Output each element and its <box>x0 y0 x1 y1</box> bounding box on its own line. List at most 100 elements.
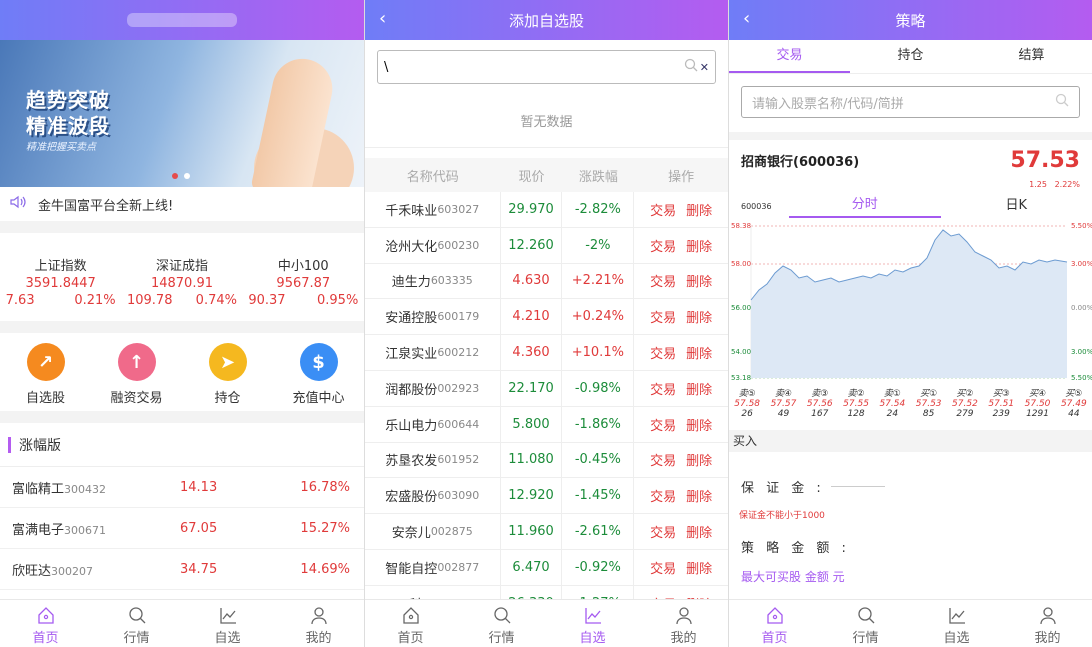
index-card[interactable]: 上证指数 3591.8447 7.63 0.21% <box>6 255 116 321</box>
delete-button[interactable]: 删除 <box>686 486 712 505</box>
tab-search[interactable]: 行情 <box>91 600 182 647</box>
search-box: ✕ <box>377 50 716 84</box>
tab-chart-line[interactable]: 自选 <box>182 600 273 647</box>
change-cell: -0.45% <box>562 442 635 478</box>
order-level: 卖② 57.55 128 <box>843 386 869 430</box>
table-row[interactable]: 千禾味业 603027 29.970 -2.82% 交易 删除 <box>365 192 728 228</box>
tab-chart-line[interactable]: 自选 <box>547 600 638 647</box>
list-item[interactable]: 欣旺达300207 34.75 14.69% <box>0 549 364 590</box>
stock-name: 乐山电力 <box>385 418 438 434</box>
tab-home[interactable]: 首页 <box>729 600 820 647</box>
stock-search-input[interactable] <box>384 59 684 75</box>
list-item[interactable]: 富满电子300671 67.05 15.27% <box>0 508 364 549</box>
trade-button[interactable]: 交易 <box>650 271 676 290</box>
shortcut-chart[interactable]: ↗ 自选股 <box>6 343 86 411</box>
deposit-input[interactable] <box>830 485 885 487</box>
promo-banner[interactable]: 趋势突破 精准波段 精准把握买卖点 <box>0 40 364 187</box>
amount-row[interactable]: 策 略 金 额 : <box>729 524 1092 568</box>
market-indices: 上证指数 3591.8447 7.63 0.21% 深证成指 14870.91 109.78… <box>0 233 364 321</box>
notice-bar[interactable]: 金牛国富平台全新上线! <box>0 187 364 221</box>
tab-label: 自选 <box>214 631 241 646</box>
bottom-tabbar: 首页 行情 自选 我的 <box>365 599 728 647</box>
stock-change: 1.25 <box>1029 180 1047 189</box>
clear-icon[interactable]: ✕ <box>700 61 709 74</box>
watchlist-topbar: ‹ 添加自选股 <box>365 0 728 40</box>
deposit-label: 保 证 金 : <box>741 480 825 496</box>
tab-home[interactable]: 首页 <box>365 600 456 647</box>
tab-home[interactable]: 首页 <box>0 600 91 647</box>
order-volume: 279 <box>956 409 974 419</box>
search-placeholder: 请输入股票名称/代码/简拼 <box>752 96 904 112</box>
shortcut-plane[interactable]: ➤ 持仓 <box>188 343 268 411</box>
trade-button[interactable]: 交易 <box>650 343 676 362</box>
tab-search[interactable]: 行情 <box>820 600 911 647</box>
tab-settlement[interactable]: 结算 <box>971 40 1092 73</box>
list-item[interactable]: 富临精工300432 14.13 16.78% <box>0 467 364 508</box>
index-name: 上证指数 <box>34 259 87 274</box>
stock-code: 300207 <box>51 564 94 578</box>
tab-position[interactable]: 持仓 <box>850 40 971 73</box>
tab-search[interactable]: 行情 <box>456 600 547 647</box>
delete-button[interactable]: 删除 <box>686 200 712 219</box>
table-row[interactable]: 智能自控 002877 6.470 -0.92% 交易 删除 <box>365 549 728 586</box>
index-card[interactable]: 中小100 9567.87 90.37 0.95% <box>248 255 358 321</box>
trade-button[interactable]: 交易 <box>650 486 676 505</box>
tab-daily-k[interactable]: 日K <box>941 195 1092 217</box>
tab-trade[interactable]: 交易 <box>729 40 850 73</box>
name-cell: 润都股份 002923 <box>365 370 501 406</box>
table-row[interactable]: 安奈儿 002875 11.960 -2.61% 交易 删除 <box>365 514 728 550</box>
order-label: 买③ <box>992 389 1010 399</box>
delete-button[interactable]: 删除 <box>686 450 712 469</box>
table-row[interactable]: 江泉实业 600212 4.360 +10.1% 交易 删除 <box>365 335 728 371</box>
divider <box>0 411 364 423</box>
table-row[interactable]: 安通控股 600179 4.210 +0.24% 交易 删除 <box>365 299 728 336</box>
gainers-title-text: 涨幅版 <box>19 437 61 454</box>
trade-button[interactable]: 交易 <box>650 522 676 541</box>
index-card[interactable]: 深证成指 14870.91 109.78 0.74% <box>127 255 237 321</box>
delete-button[interactable]: 删除 <box>686 307 712 326</box>
table-row[interactable]: 沧州大化 600230 12.260 -2% 交易 删除 <box>365 227 728 264</box>
table-row[interactable]: 迪生力 603335 4.630 +2.21% 交易 删除 <box>365 263 728 300</box>
search-icon[interactable] <box>684 58 698 76</box>
delete-button[interactable]: 删除 <box>686 271 712 290</box>
trade-button[interactable]: 交易 <box>650 379 676 398</box>
search-icon[interactable] <box>1055 93 1069 111</box>
table-row[interactable]: 宏盛股份 603090 12.920 -1.45% 交易 删除 <box>365 478 728 515</box>
tab-chart-line[interactable]: 自选 <box>911 600 1002 647</box>
tab-user[interactable]: 我的 <box>1002 600 1092 647</box>
tab-intraday[interactable]: 分时 <box>789 194 941 218</box>
tab-user[interactable]: 我的 <box>273 600 364 647</box>
stock-name: 安奈儿 <box>391 526 431 542</box>
amount-label: 策 略 金 额 : <box>741 540 850 556</box>
delete-button[interactable]: 删除 <box>686 558 712 577</box>
table-row[interactable]: 润都股份 002923 22.170 -0.98% 交易 删除 <box>365 370 728 407</box>
chart-line-icon <box>218 605 238 625</box>
delete-button[interactable]: 删除 <box>686 343 712 362</box>
trade-button[interactable]: 交易 <box>650 307 676 326</box>
trade-button[interactable]: 交易 <box>650 200 676 219</box>
banner-dots[interactable] <box>172 173 190 179</box>
banner-dot[interactable] <box>172 173 178 179</box>
stock-search-field[interactable]: 请输入股票名称/代码/简拼 <box>741 86 1080 118</box>
deposit-row[interactable]: 保 证 金 : <box>729 464 1092 508</box>
shortcut-label: 持仓 <box>214 391 241 406</box>
delete-button[interactable]: 删除 <box>686 522 712 541</box>
trade-button[interactable]: 交易 <box>650 450 676 469</box>
delete-button[interactable]: 删除 <box>686 415 712 434</box>
trade-button[interactable]: 交易 <box>650 415 676 434</box>
shortcut-money-bag[interactable]: $ 充值中心 <box>279 343 359 411</box>
change-cell: -2.82% <box>562 192 635 227</box>
table-row[interactable]: 乐山电力 600644 5.800 -1.86% 交易 删除 <box>365 406 728 443</box>
action-cell: 交易删除 <box>634 299 728 334</box>
shortcut-cart[interactable]: ↑ 融资交易 <box>97 343 177 411</box>
delete-button[interactable]: 删除 <box>686 236 712 255</box>
delete-button[interactable]: 删除 <box>686 379 712 398</box>
trade-button[interactable]: 交易 <box>650 558 676 577</box>
back-icon[interactable]: ‹ <box>379 8 386 29</box>
trade-button[interactable]: 交易 <box>650 236 676 255</box>
banner-dot[interactable] <box>184 173 190 179</box>
back-icon[interactable]: ‹ <box>743 8 750 29</box>
table-row[interactable]: 苏垦农发 601952 11.080 -0.45% 交易 删除 <box>365 442 728 479</box>
tab-user[interactable]: 我的 <box>638 600 728 647</box>
tab-label: 首页 <box>397 631 424 646</box>
